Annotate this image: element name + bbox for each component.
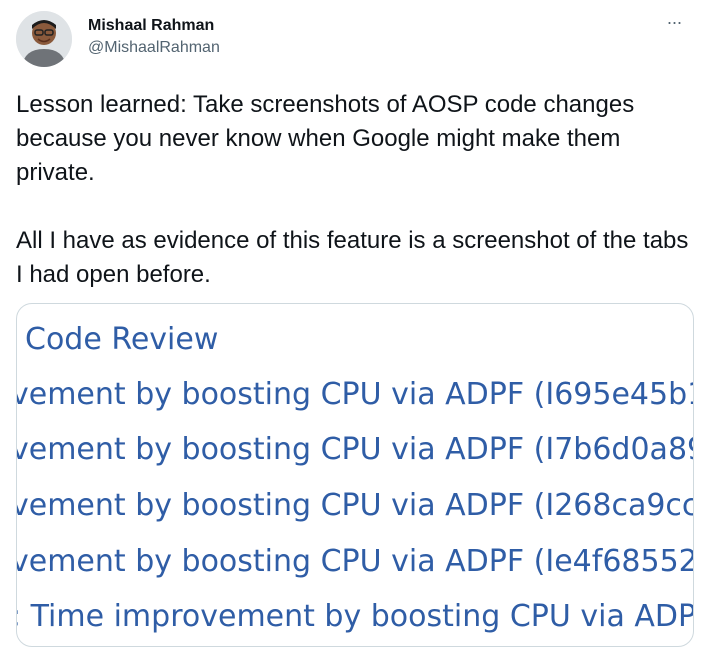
tweet-text: Lesson learned: Take screenshots of AOSP… xyxy=(16,91,689,288)
media-tab-line: ; Time improvement by boosting CPU via A… xyxy=(16,599,694,634)
author-handle[interactable]: @MishaalRahman xyxy=(88,38,220,58)
media-title: Code Review xyxy=(25,322,219,357)
avatar-image xyxy=(16,11,72,67)
more-icon: ··· xyxy=(666,11,683,32)
author-name[interactable]: Mishaal Rahman xyxy=(88,16,220,36)
tweet-media-image[interactable]: Code Review vement by boosting CPU via A… xyxy=(16,303,694,647)
media-tab-line: vement by boosting CPU via ADPF (I7b6d0a… xyxy=(16,432,693,467)
media-tab-line: vement by boosting CPU via ADPF (I268ca9… xyxy=(16,488,694,523)
more-options-button[interactable]: ··· xyxy=(662,10,686,34)
media-tab-line: vement by boosting CPU via ADPF (Ie4f685… xyxy=(16,544,694,579)
author-info: Mishaal Rahman @MishaalRahman xyxy=(88,16,220,58)
avatar[interactable] xyxy=(16,11,72,67)
media-tab-line: vement by boosting CPU via ADPF (I695e45… xyxy=(16,377,693,412)
